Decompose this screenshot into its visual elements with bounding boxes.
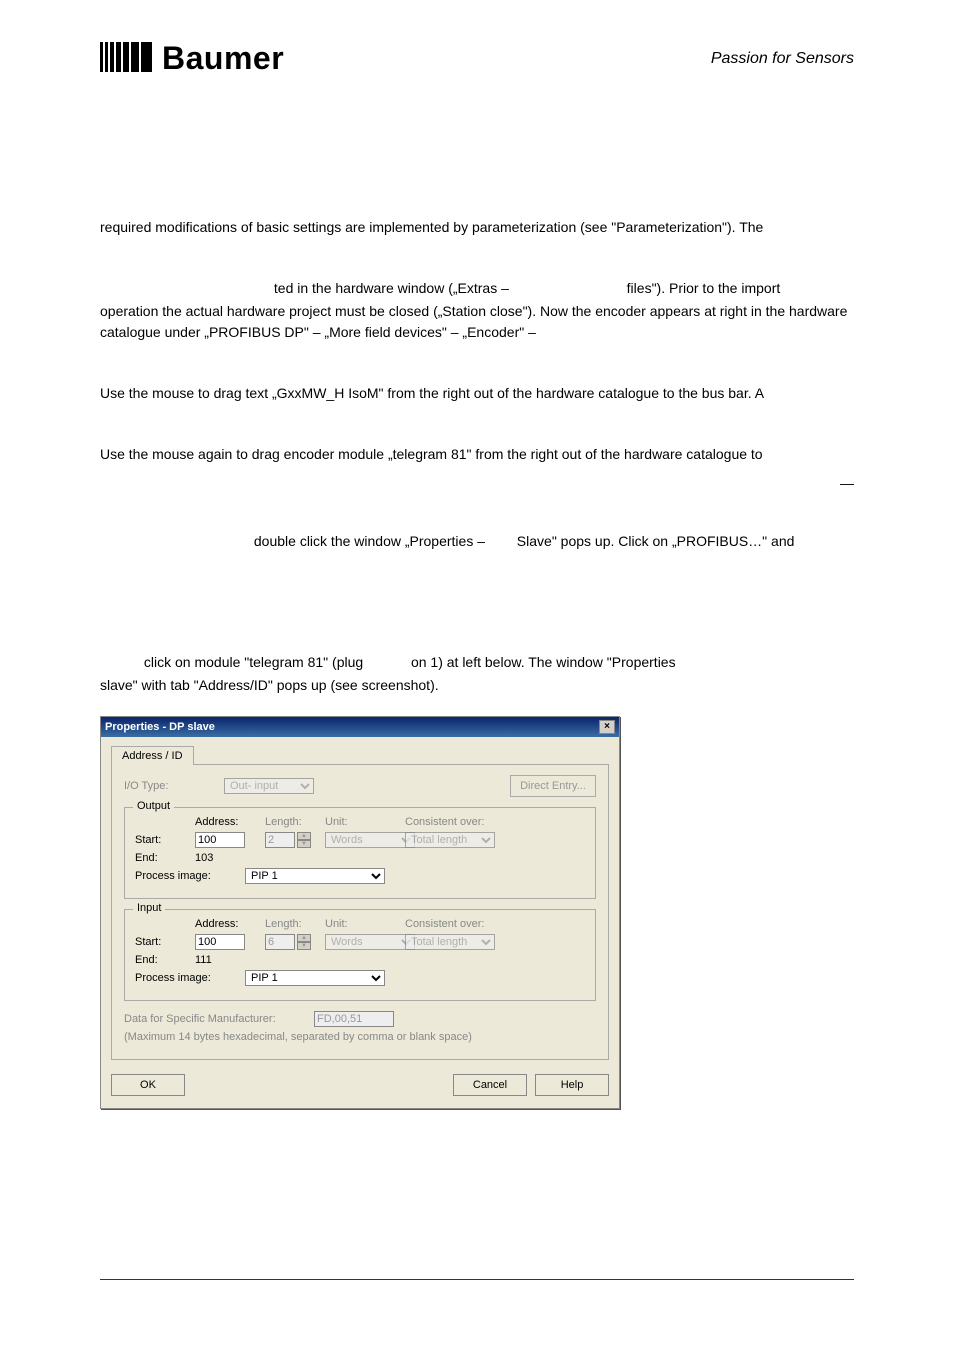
paragraph-2b: files"). Prior to the import xyxy=(627,280,781,296)
output-hdr-length: Length: xyxy=(265,816,315,828)
input-hdr-address: Address: xyxy=(195,918,255,930)
mfr-data-input xyxy=(314,1011,394,1027)
input-process-image-select[interactable]: PIP 1 xyxy=(245,970,385,986)
output-process-image-select[interactable]: PIP 1 xyxy=(245,868,385,884)
paragraph-3: operation the actual hardware project mu… xyxy=(100,301,854,343)
brand-logo: Baumer xyxy=(100,40,284,77)
paragraph-6: double click the window „Properties – Sl… xyxy=(100,531,854,552)
logo-mark-icon xyxy=(100,42,152,75)
input-start-input[interactable] xyxy=(195,934,245,950)
output-end-value: 103 xyxy=(195,852,255,864)
logo-text: Baumer xyxy=(162,40,284,77)
output-group-title: Output xyxy=(133,800,174,812)
paragraph-1: required modifications of basic settings… xyxy=(100,217,854,238)
input-end-label: End: xyxy=(135,954,185,966)
io-type-label: I/O Type: xyxy=(124,780,214,792)
output-group: Output Address: Length: Unit: Consistent… xyxy=(124,807,596,899)
input-length-input xyxy=(265,934,295,950)
dialog-titlebar[interactable]: Properties - DP slave × xyxy=(101,717,619,737)
input-consistent-select: Total length xyxy=(405,934,495,950)
output-length-input xyxy=(265,832,295,848)
paragraph-8: slave" with tab "Address/ID" pops up (se… xyxy=(100,675,854,696)
brand-tagline: Passion for Sensors xyxy=(711,50,854,68)
paragraph-2: ted in the hardware window („Extras – fi… xyxy=(100,278,854,299)
output-start-label: Start: xyxy=(135,834,185,846)
output-hdr-address: Address: xyxy=(195,816,255,828)
cancel-button[interactable]: Cancel xyxy=(453,1074,527,1096)
paragraph-6b: Slave" pops up. Click on „PROFIBUS…" and xyxy=(517,533,795,549)
mfr-data-label: Data for Specific Manufacturer: xyxy=(124,1013,304,1025)
direct-entry-button: Direct Entry... xyxy=(510,775,596,797)
output-hdr-consistent: Consistent over: xyxy=(405,816,515,828)
paragraph-7b: on 1) at left below. The window "Propert… xyxy=(411,654,676,670)
properties-dialog: Properties - DP slave × Address / ID I/O… xyxy=(100,716,620,1109)
output-process-image-label: Process image: xyxy=(135,870,235,882)
input-end-value: 111 xyxy=(195,954,255,966)
input-process-image-label: Process image: xyxy=(135,972,235,984)
output-start-input[interactable] xyxy=(195,832,245,848)
close-icon[interactable]: × xyxy=(599,720,615,734)
paragraph-6a: double click the window „Properties – xyxy=(254,533,485,549)
input-hdr-consistent: Consistent over: xyxy=(405,918,515,930)
io-type-select: Out- input xyxy=(224,778,314,794)
input-group-title: Input xyxy=(133,902,165,914)
help-button[interactable]: Help xyxy=(535,1074,609,1096)
mfr-data-note: (Maximum 14 bytes hexadecimal, separated… xyxy=(124,1031,596,1043)
output-consistent-select: Total length xyxy=(405,832,495,848)
output-unit-select: Words xyxy=(325,832,415,848)
input-unit-select: Words xyxy=(325,934,415,950)
paragraph-4: Use the mouse to drag text „GxxMW_H IsoM… xyxy=(100,383,854,404)
paragraph-2a: ted in the hardware window („Extras – xyxy=(274,280,509,296)
paragraph-7a: click on module "telegram 81" (plug xyxy=(144,654,363,670)
paragraph-7: click on module "telegram 81" (plug on 1… xyxy=(100,652,854,673)
spinner-icon: ▲▼ xyxy=(297,832,311,848)
paragraph-5: Use the mouse again to drag encoder modu… xyxy=(100,444,854,465)
output-end-label: End: xyxy=(135,852,185,864)
tab-address-id[interactable]: Address / ID xyxy=(111,746,194,765)
input-hdr-length: Length: xyxy=(265,918,315,930)
ok-button[interactable]: OK xyxy=(111,1074,185,1096)
input-hdr-unit: Unit: xyxy=(325,918,395,930)
input-start-label: Start: xyxy=(135,936,185,948)
output-hdr-unit: Unit: xyxy=(325,816,395,828)
footer-divider xyxy=(100,1279,854,1280)
spinner-icon: ▲▼ xyxy=(297,934,311,950)
dialog-title: Properties - DP slave xyxy=(105,721,215,733)
input-group: Input Address: Length: Unit: Consistent … xyxy=(124,909,596,1001)
dash-line: — xyxy=(100,475,854,491)
